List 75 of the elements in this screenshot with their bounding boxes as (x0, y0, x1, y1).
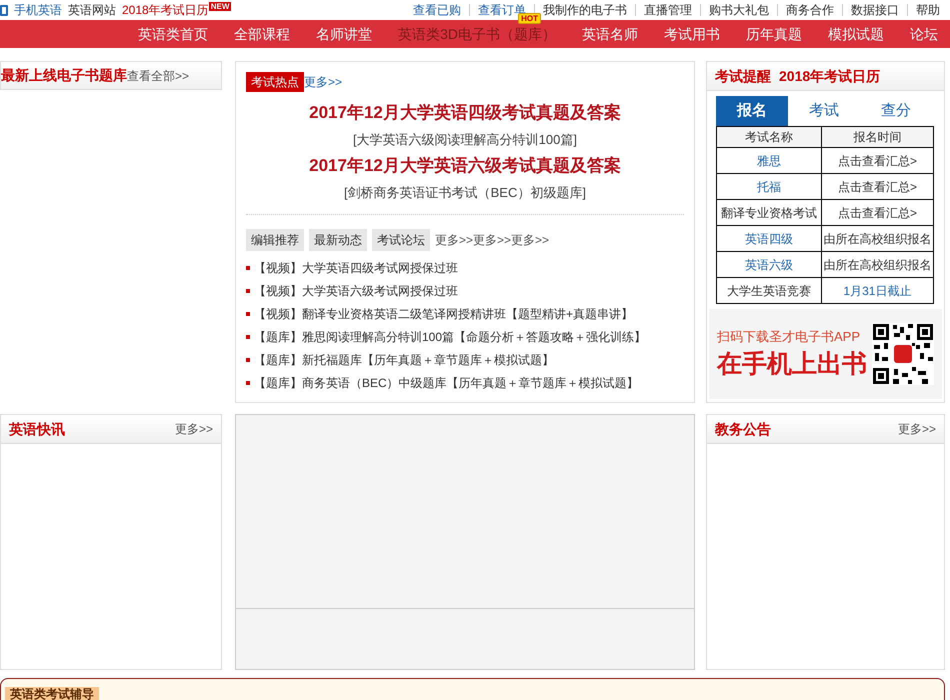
more-link[interactable]: 更多>> (435, 231, 474, 249)
top-link[interactable]: 帮助 (916, 1, 940, 19)
table-cell: 点击查看汇总> (821, 148, 934, 174)
column-header: 考试名称 (716, 126, 822, 148)
bullet-icon (246, 381, 250, 385)
panel-title: 教务公告 (715, 420, 771, 438)
nav-item[interactable]: 英语类首页 (138, 26, 208, 42)
article-link[interactable]: 【题库】雅思阅读理解高分特训100篇【命题分析＋答题攻略＋强化训练】 (254, 328, 646, 346)
top-link[interactable]: 商务合作 (786, 1, 834, 19)
table-cell[interactable]: 英语四级 (716, 226, 822, 252)
tab[interactable]: 查分 (860, 96, 932, 126)
tab[interactable]: 最新动态 (309, 229, 367, 251)
table-cell: 由所在高校组织报名 (821, 252, 934, 278)
bullet-icon (246, 266, 250, 270)
nav-item[interactable]: 英语名师 (582, 26, 638, 42)
subheadline-link[interactable]: [剑桥商务英语证书考试（BEC）初级题库] (344, 182, 586, 202)
panel-title: 最新上线电子书题库 (1, 66, 127, 85)
hot-badge: HOT (518, 12, 541, 24)
more-link[interactable]: 更多>> (304, 73, 342, 91)
bullet-icon (246, 358, 250, 362)
table-cell[interactable]: 托福 (716, 174, 822, 200)
nav-item[interactable]: 考试用书 (664, 26, 720, 42)
promo-headline: 在手机上出书 (717, 348, 867, 380)
more-link[interactable]: 查看全部>> (127, 66, 190, 84)
section-tab[interactable]: 英语类考试辅导 (5, 687, 99, 700)
top-link[interactable]: 查看已购 (413, 1, 461, 19)
top-link[interactable]: 直播管理 (644, 1, 692, 19)
table-cell[interactable]: 1月31日截止 (821, 278, 934, 304)
headline-link[interactable]: 2017年12月大学英语六级考试真题及答案 (309, 153, 621, 178)
nav-item[interactable]: 全部课程 (234, 26, 290, 42)
table-cell: 翻译专业资格考试 (716, 200, 822, 226)
promo-text: 扫码下载圣才电子书APP (717, 328, 862, 346)
nav-item[interactable]: 模拟试题 (828, 26, 884, 42)
article-link[interactable]: 【视频】大学英语六级考试网授保过班 (254, 282, 458, 300)
tab[interactable]: 报名 (716, 96, 788, 126)
section-label: 考试热点 (246, 72, 304, 92)
panel-title: 考试提醒 (715, 66, 771, 86)
bullet-icon (246, 312, 250, 316)
more-link[interactable]: 更多>> (473, 231, 512, 249)
qr-code-icon (872, 323, 934, 385)
bullet-icon (246, 335, 250, 339)
panel-title: 英语快讯 (9, 420, 65, 438)
nav-item[interactable]: 历年真题 (746, 26, 802, 42)
top-link[interactable]: 购书大礼包 (709, 1, 769, 19)
phone-icon (0, 4, 8, 16)
bullet-icon (246, 289, 250, 293)
new-badge: NEW (208, 2, 232, 10)
table-cell: 大学生英语竞赛 (716, 278, 822, 304)
table-cell: 由所在高校组织报名 (821, 226, 934, 252)
tab[interactable]: 考试 (788, 96, 860, 126)
tab[interactable]: 编辑推荐 (246, 229, 304, 251)
tab[interactable]: 考试论坛 (372, 229, 430, 251)
top-link[interactable]: 2018年考试日历 (122, 1, 209, 19)
table-cell: 点击查看汇总> (821, 200, 934, 226)
article-link[interactable]: 【题库】商务英语（BEC）中级题库【历年真题＋章节题库＋模拟试题】 (254, 374, 639, 392)
table-cell[interactable]: 英语六级 (716, 252, 822, 278)
article-link[interactable]: 【视频】大学英语四级考试网授保过班 (254, 259, 458, 277)
more-link[interactable]: 更多>> (174, 420, 213, 438)
app-promo-banner[interactable]: 扫码下载圣才电子书APP 在手机上出书 (709, 309, 942, 399)
top-link[interactable]: 英语网站 (68, 1, 116, 19)
subheadline-link[interactable]: [大学英语六级阅读理解高分特训100篇] (353, 130, 577, 149)
top-link[interactable]: 数据接口 (851, 1, 899, 19)
nav-item[interactable]: 名师讲堂 (316, 26, 372, 42)
article-link[interactable]: 【视频】翻译专业资格英语二级笔译网授精讲班【题型精讲+真题串讲】 (254, 305, 634, 323)
more-link[interactable]: 更多>> (898, 420, 936, 438)
top-link[interactable]: 手机英语 (14, 1, 62, 19)
article-link[interactable]: 【题库】新托福题库【历年真题＋章节题库＋模拟试题】 (254, 351, 554, 369)
table-cell[interactable]: 雅思 (716, 148, 822, 174)
more-link[interactable]: 更多>> (511, 231, 550, 249)
panel-subtitle[interactable]: 2018年考试日历 (779, 66, 880, 86)
headline-link[interactable]: 2017年12月大学英语四级考试真题及答案 (309, 100, 621, 126)
top-link[interactable]: 我制作的电子书 (543, 1, 627, 19)
column-header: 报名时间 (821, 126, 934, 148)
nav-item[interactable]: 论坛 (910, 26, 938, 42)
table-cell: 点击查看汇总> (821, 174, 934, 200)
